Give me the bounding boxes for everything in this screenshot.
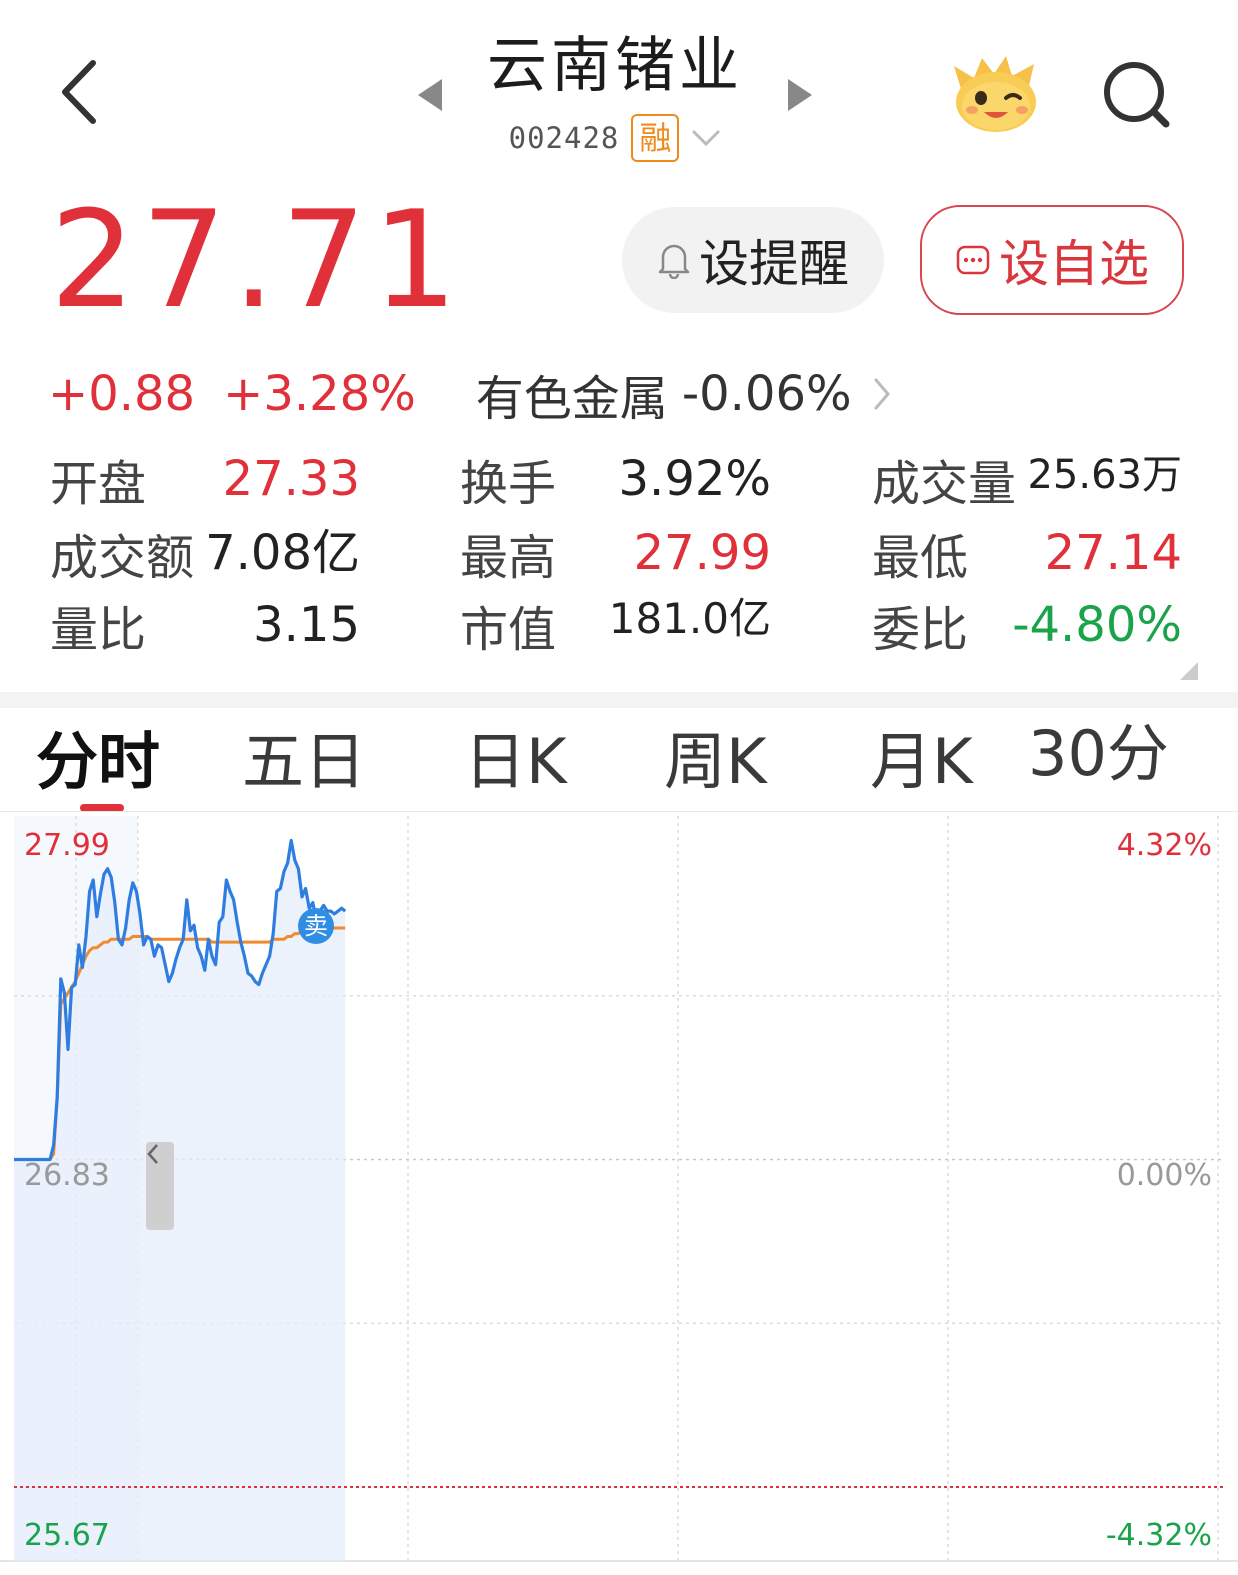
stat-label: 市值 — [460, 602, 557, 658]
stat-value-volume-ratio: 3.15 — [253, 597, 360, 653]
price-change-percent: +3.28% — [223, 366, 416, 422]
stock-name: 云南锗业 — [487, 31, 743, 101]
stat-label: 开盘 — [50, 456, 147, 512]
stat-turnover: 换手 — [460, 444, 556, 514]
stat-bid-ask-ratio: 委比 — [872, 590, 968, 660]
y-axis-zero-percent-label: 0.00% — [1116, 1158, 1212, 1193]
collapse-pre-market-handle[interactable] — [146, 1142, 174, 1230]
stat-value-high: 27.99 — [633, 525, 771, 581]
y-axis-high-percent-label: 4.32% — [1116, 828, 1212, 863]
back-button[interactable] — [44, 52, 114, 132]
stat-label: 委比 — [872, 602, 969, 658]
stat-value-market-cap: 181.0亿 — [608, 594, 771, 643]
current-price: 27.71 — [50, 182, 464, 338]
stock-code-row[interactable]: 002428 融 — [440, 110, 790, 166]
stat-value-turnover: 3.92% — [618, 451, 771, 507]
price-change: +0.88 — [48, 366, 196, 422]
stat-open: 开盘 — [50, 444, 146, 514]
y-axis-low-label: 25.67 — [24, 1518, 110, 1553]
chart-period-tabs: 分时 五日 日K 周K 月K 30分 — [0, 708, 1238, 812]
stat-value-bid-ask-ratio: -4.80% — [1012, 597, 1182, 653]
chevron-left-icon — [147, 1144, 158, 1164]
chevron-down-icon — [692, 130, 720, 147]
add-to-watchlist-label: 设自选 — [999, 235, 1149, 293]
stat-high: 最高 — [460, 518, 556, 588]
section-divider — [0, 692, 1238, 708]
stat-volume: 成交量 — [872, 444, 1016, 514]
set-alert-button[interactable]: 设提醒 — [622, 207, 884, 313]
stat-volume-ratio: 量比 — [50, 590, 146, 660]
stock-code: 002428 — [508, 121, 620, 155]
add-to-watchlist-button[interactable]: 设自选 — [920, 205, 1184, 315]
tab-intraday[interactable]: 分时 — [36, 722, 160, 802]
y-axis-low-percent-label: -4.32% — [1105, 1518, 1212, 1553]
expand-stats-icon[interactable] — [1180, 662, 1198, 680]
search-button[interactable] — [1098, 56, 1174, 132]
stat-label: 最高 — [460, 530, 557, 586]
stat-value-open: 27.33 — [222, 451, 360, 507]
stat-value-low: 27.14 — [1044, 525, 1182, 581]
stat-label: 成交量 — [872, 456, 1017, 512]
intraday-chart[interactable]: 27.99 26.83 25.67 4.32% 0.00% -4.32% 卖 — [0, 812, 1238, 1575]
stat-label: 换手 — [460, 456, 557, 512]
tab-monthly-k[interactable]: 月K — [870, 722, 973, 802]
stat-value-volume: 25.63万 — [1027, 452, 1182, 498]
active-tab-indicator — [80, 804, 124, 811]
triangle-left-icon — [418, 79, 442, 111]
search-icon — [1104, 62, 1170, 128]
sell-signal-marker[interactable]: 卖 — [298, 908, 334, 944]
margin-trading-badge: 融 — [631, 114, 680, 162]
chevron-right-icon[interactable] — [872, 376, 892, 412]
chevron-left-icon — [62, 60, 96, 124]
tab-30-minute[interactable]: 30分 — [1028, 714, 1169, 794]
tab-five-day[interactable]: 五日 — [242, 722, 366, 802]
stat-label: 最低 — [872, 530, 969, 586]
stat-label: 量比 — [50, 602, 147, 658]
stat-label: 成交额 — [50, 530, 195, 586]
tab-weekly-k[interactable]: 周K — [664, 722, 767, 802]
stat-amount: 成交额 — [50, 518, 194, 588]
set-alert-label: 设提醒 — [699, 235, 849, 293]
bell-icon — [658, 244, 690, 279]
intraday-chart-svg — [0, 816, 1238, 1562]
sector-name[interactable]: 有色金属 — [476, 359, 668, 429]
stat-low: 最低 — [872, 518, 968, 588]
triangle-right-icon — [788, 79, 812, 111]
sector-change-percent[interactable]: -0.06% — [682, 366, 852, 422]
tab-daily-k[interactable]: 日K — [464, 722, 567, 802]
y-axis-high-label: 27.99 — [24, 828, 110, 863]
stat-value-amount: 7.08亿 — [205, 525, 360, 581]
stat-market-cap: 市值 — [460, 590, 556, 660]
add-watchlist-icon — [956, 245, 990, 275]
y-axis-prev-close-label: 26.83 — [24, 1158, 110, 1193]
change-row: +0.88 +3.28% 有色金属 -0.06% — [48, 359, 892, 429]
app-header: 云南锗业 002428 融 — [0, 0, 1238, 180]
mascot-assistant-icon[interactable] — [948, 52, 1044, 134]
